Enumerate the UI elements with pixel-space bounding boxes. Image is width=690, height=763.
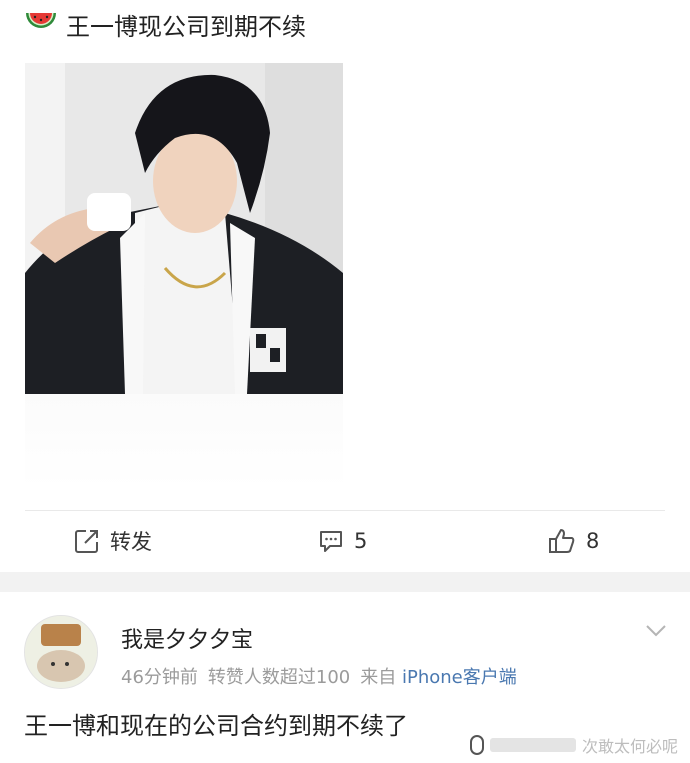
source-prefix: 来自 bbox=[360, 667, 397, 688]
watermark-blur bbox=[490, 738, 576, 752]
watermark-icon bbox=[470, 735, 484, 755]
post-title-text: 王一博现公司到期不续 bbox=[66, 12, 306, 41]
section-separator bbox=[0, 572, 690, 592]
photo-placeholder bbox=[25, 394, 343, 490]
avatar[interactable] bbox=[24, 615, 98, 689]
chevron-down-icon[interactable] bbox=[645, 622, 667, 640]
post-title-row: 王一博现公司到期不续 bbox=[24, 6, 306, 42]
username[interactable]: 我是夕夕夕宝 bbox=[121, 622, 253, 654]
likes-note: 转赞人数超过100 bbox=[207, 667, 351, 688]
comment-count: 5 bbox=[354, 529, 368, 553]
repost-label: 转发 bbox=[110, 530, 152, 554]
comment-meta: 46分钟前 转赞人数超过100 来自 iPhone客户端 bbox=[121, 663, 517, 689]
source-link[interactable]: iPhone客户端 bbox=[402, 667, 517, 688]
divider bbox=[25, 510, 665, 511]
comment-text: 王一博和现在的公司合约到期不续了 bbox=[24, 712, 408, 740]
repost-button[interactable]: 转发 bbox=[74, 525, 152, 557]
watermark-text: 次敢太何必呢 bbox=[582, 737, 679, 756]
source-info: 来自 iPhone客户端 bbox=[360, 663, 517, 689]
thumbs-up-icon bbox=[549, 529, 575, 553]
comment-icon bbox=[320, 531, 342, 552]
like-count: 8 bbox=[586, 529, 600, 553]
watermark: 次敢太何必呢 bbox=[470, 733, 678, 757]
comment-button[interactable]: 5 bbox=[318, 525, 367, 557]
watermelon-icon bbox=[26, 13, 56, 28]
comment-time: 46分钟前 bbox=[121, 667, 198, 688]
repost-icon bbox=[75, 530, 98, 553]
post-photo[interactable] bbox=[25, 63, 343, 394]
like-button[interactable]: 8 bbox=[548, 525, 599, 557]
